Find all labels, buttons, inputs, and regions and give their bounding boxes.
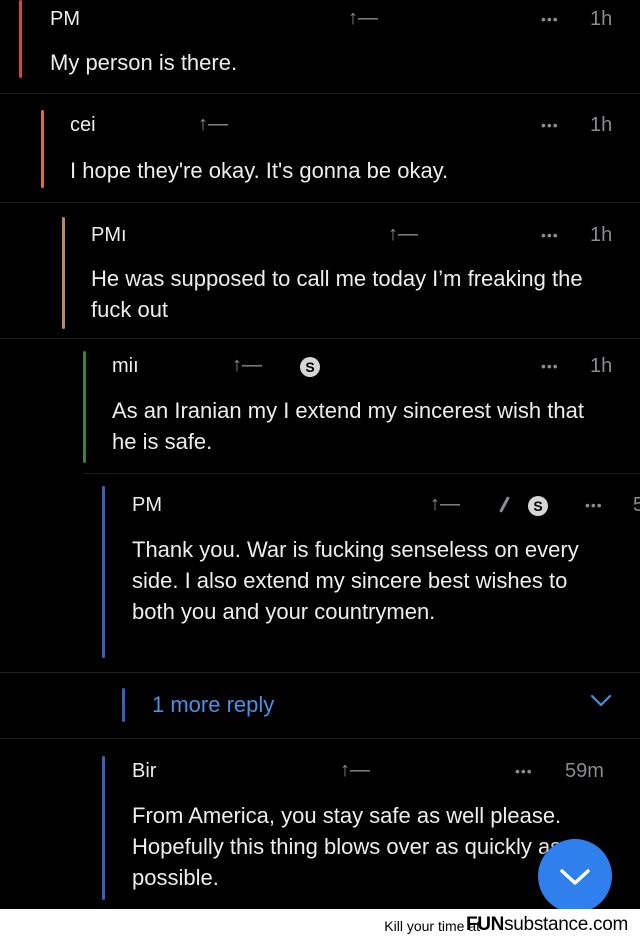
comment-body: I hope they're okay. It's gonna be okay. <box>70 158 449 183</box>
more-options-icon[interactable]: ••• <box>515 763 533 779</box>
comment[interactable]: PM ↑— S ••• 5 Thank you. War is fucking … <box>0 474 640 670</box>
upvote-button[interactable]: ↑— <box>348 7 378 30</box>
more-options-icon[interactable]: ••• <box>541 358 559 374</box>
more-options-icon[interactable]: ••• <box>541 117 559 133</box>
comment[interactable]: cei ↑— ••• 1h I hope they're okay. It's … <box>0 94 640 203</box>
comment[interactable]: PM ↑— ••• 1h My person is there. <box>0 0 640 94</box>
comment-author[interactable]: Bir <box>132 760 156 783</box>
comment-body: Thank you. War is fucking senseless on e… <box>132 537 579 624</box>
more-options-icon[interactable]: ••• <box>541 227 559 243</box>
comment-time: 1h <box>590 114 613 136</box>
comment-author[interactable]: PM <box>50 8 80 31</box>
thread-line <box>19 0 22 78</box>
upvote-button[interactable]: ↑— <box>232 354 262 377</box>
comment[interactable]: PMı ↑— ••• 1h He was supposed to call me… <box>0 203 640 339</box>
upvote-button[interactable]: ↑— <box>340 759 370 782</box>
comment-body: My person is there. <box>50 50 238 75</box>
upvote-button[interactable]: ↑— <box>388 223 418 246</box>
pencil-icon <box>499 496 510 513</box>
more-options-icon[interactable]: ••• <box>541 11 559 27</box>
comment-author[interactable]: miı <box>112 355 139 378</box>
shield-badge-icon: S <box>528 496 548 516</box>
comment-time: 1h <box>590 224 613 246</box>
comment-time: 5 <box>633 494 640 516</box>
comment-time: 1h <box>590 8 613 30</box>
comment-author[interactable]: PMı <box>91 224 127 247</box>
comment-time: 59m <box>565 760 604 782</box>
comment-body: He was supposed to call me today I’m fre… <box>91 266 583 322</box>
comment[interactable]: miı ↑— S ••• 1h As an Iranian my I exten… <box>0 339 640 474</box>
thread-line <box>122 688 125 722</box>
chevron-down-icon <box>560 869 590 885</box>
watermark-footer: Kill your time at FUNsubstance.com <box>0 909 640 941</box>
upvote-button[interactable]: ↑— <box>430 493 460 516</box>
site-logo: FUNsubstance.com <box>465 914 628 935</box>
comment-body: As an Iranian my I extend my sincerest w… <box>112 398 584 454</box>
scroll-down-button[interactable] <box>538 839 612 913</box>
comment-author[interactable]: cei <box>70 114 96 137</box>
more-replies-link[interactable]: 1 more reply <box>152 692 274 718</box>
more-replies-row[interactable]: 1 more reply <box>0 672 640 739</box>
thread-line <box>83 351 86 463</box>
thread-line <box>62 217 65 329</box>
shield-badge-icon: S <box>300 357 320 377</box>
chevron-down-icon[interactable] <box>590 694 612 708</box>
comment-author[interactable]: PM <box>132 494 162 517</box>
thread-line <box>41 110 44 188</box>
thread-line <box>102 756 105 900</box>
more-options-icon[interactable]: ••• <box>585 497 603 513</box>
thread-line <box>102 486 105 658</box>
comment-time: 1h <box>590 355 613 377</box>
upvote-button[interactable]: ↑— <box>198 113 228 136</box>
